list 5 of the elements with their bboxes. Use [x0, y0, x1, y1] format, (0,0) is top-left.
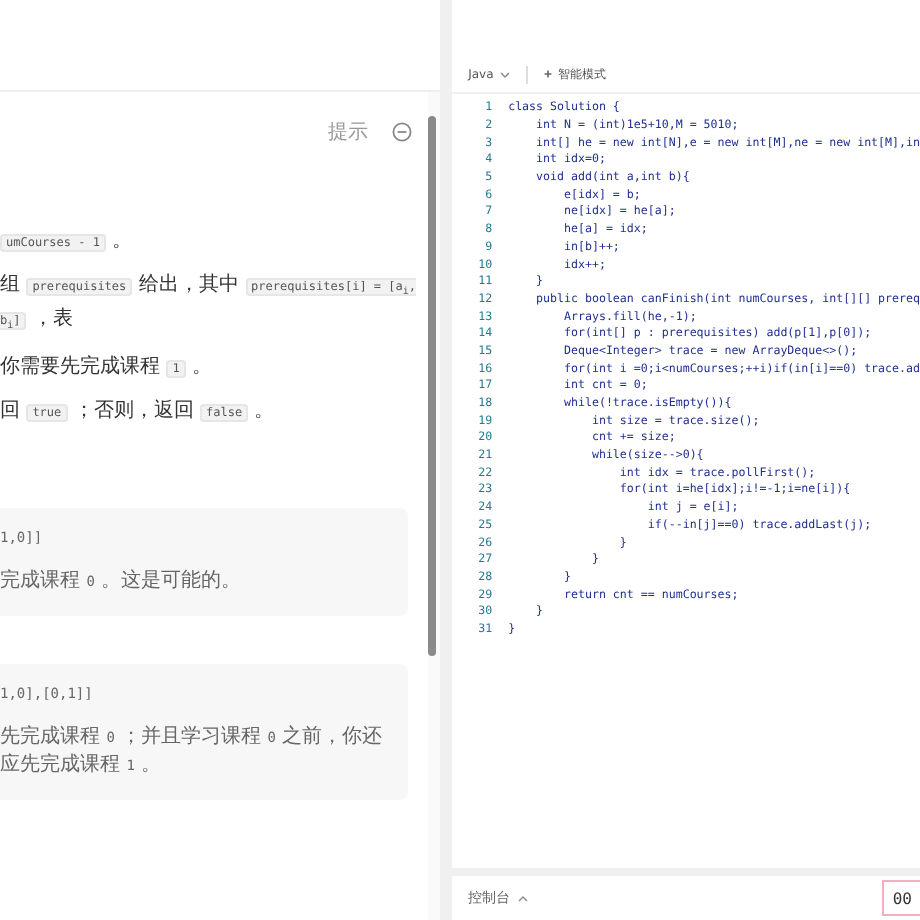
chevron-up-icon — [518, 895, 529, 901]
scrollbar-thumb[interactable] — [428, 116, 437, 656]
timer-button[interactable]: 00 — [882, 880, 920, 916]
plus-icon — [543, 70, 552, 78]
chevron-down-icon — [499, 71, 510, 77]
